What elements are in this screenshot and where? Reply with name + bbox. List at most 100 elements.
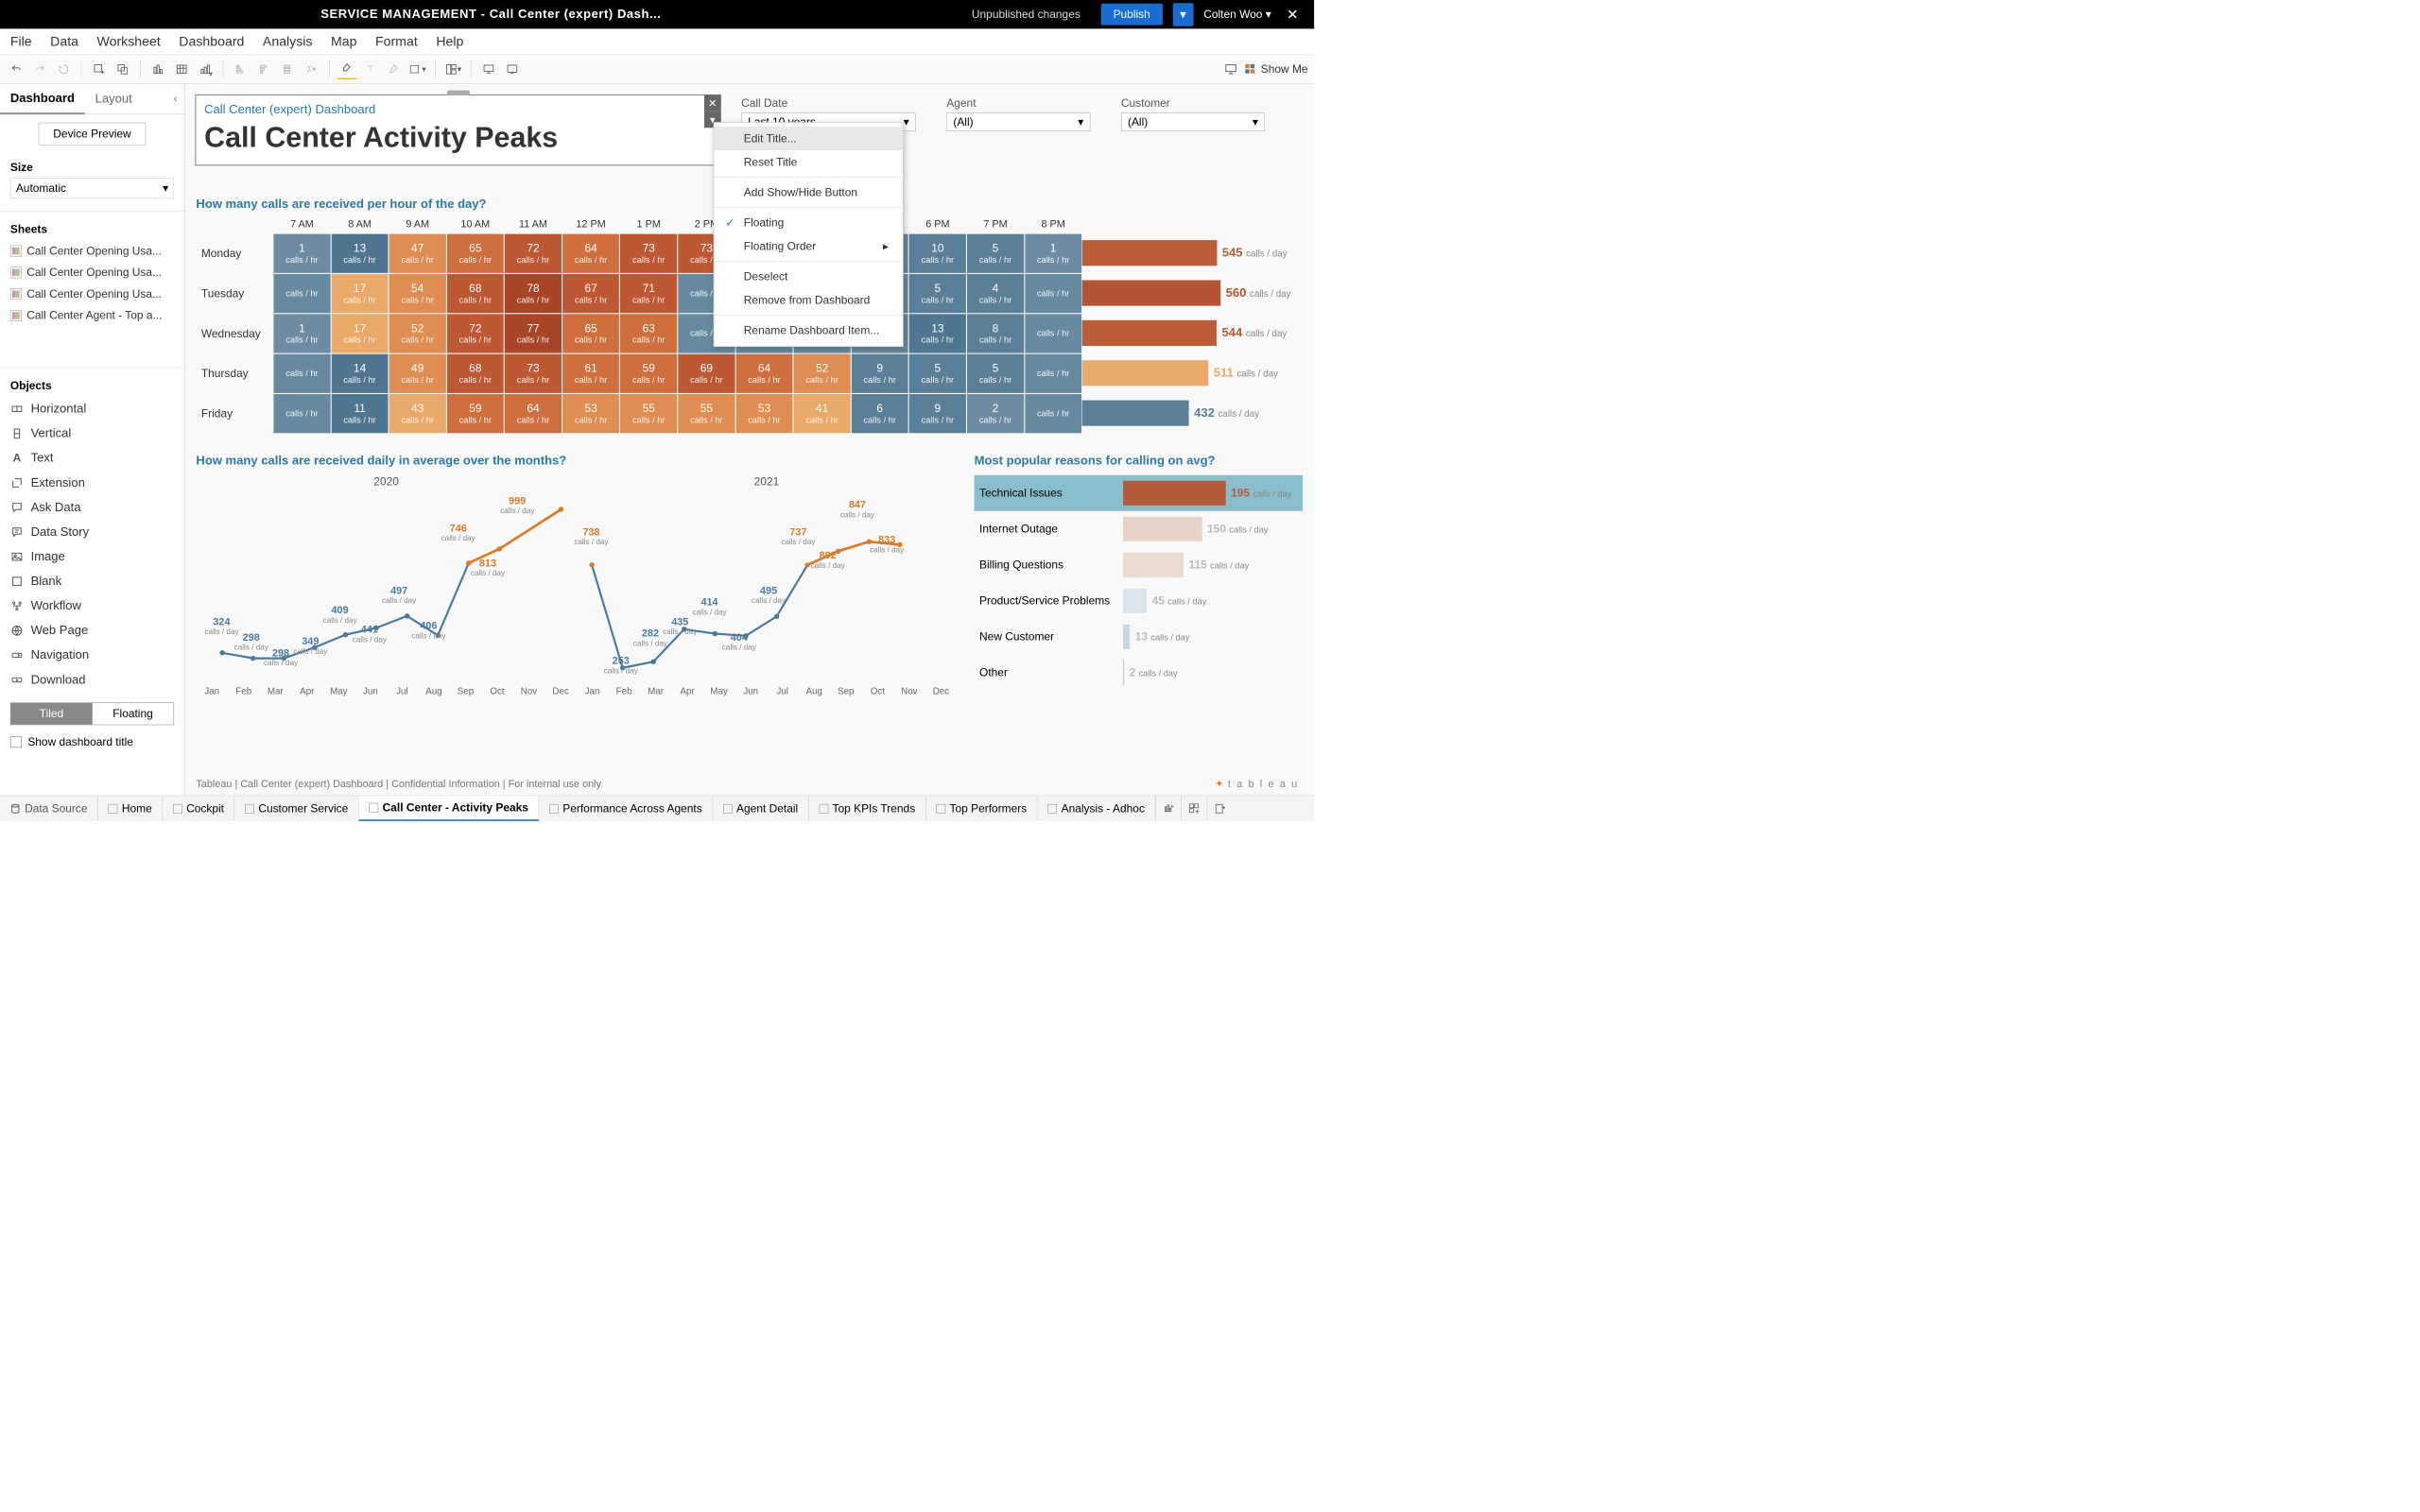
menu-reset-title[interactable]: Reset Title xyxy=(714,150,903,174)
sheet-item[interactable]: Call Center Opening Usa... xyxy=(0,284,184,305)
remove-object-button[interactable]: ✕ xyxy=(704,94,720,111)
sort-desc-button[interactable] xyxy=(254,59,275,79)
object-vertical[interactable]: Vertical xyxy=(0,421,184,446)
object-download[interactable]: Download xyxy=(0,667,184,692)
object-workflow[interactable]: Workflow xyxy=(0,593,184,618)
heatmap-cell[interactable]: 47calls / hr xyxy=(389,234,446,273)
device-preview-button[interactable]: Device Preview xyxy=(39,123,147,146)
sheet-item[interactable]: Call Center Agent - Top a... xyxy=(0,305,184,327)
menu-add-showhide[interactable]: Add Show/Hide Button xyxy=(714,180,903,204)
reason-row[interactable]: Internet Outage150 calls / day xyxy=(975,511,1304,547)
heatmap-cell[interactable]: 4calls / hr xyxy=(967,274,1024,313)
new-story-tab-button[interactable] xyxy=(1207,796,1233,821)
heatmap-cell[interactable]: 78calls / hr xyxy=(505,274,562,313)
heatmap-cell[interactable]: 43calls / hr xyxy=(389,394,446,433)
heatmap-cell[interactable]: 59calls / hr xyxy=(620,354,677,393)
close-icon[interactable]: ✕ xyxy=(1282,6,1305,23)
day-total-bar[interactable] xyxy=(1082,280,1221,305)
fit-dropdown-button[interactable]: ▾ xyxy=(407,59,428,79)
redo-button[interactable] xyxy=(29,59,50,79)
menu-help[interactable]: Help xyxy=(436,33,463,49)
reason-row[interactable]: New Customer13 calls / day xyxy=(975,619,1304,655)
menu-floating[interactable]: ✓Floating xyxy=(714,211,903,234)
heatmap-cell[interactable]: 17calls / hr xyxy=(332,274,389,313)
sheet-tab[interactable]: Performance Across Agents xyxy=(539,796,713,821)
device-preview-button[interactable] xyxy=(502,59,523,79)
heatmap-cell[interactable]: 2calls / hr xyxy=(967,394,1024,433)
heatmap-cell[interactable]: 17calls / hr xyxy=(332,314,389,352)
heatmap-cell[interactable]: 13calls / hr xyxy=(909,314,966,352)
heatmap-cell[interactable]: 71calls / hr xyxy=(620,274,677,313)
heatmap-cell[interactable]: 55calls / hr xyxy=(620,394,677,433)
day-total-bar[interactable] xyxy=(1082,320,1217,346)
reason-row[interactable]: Product/Service Problems45 calls / day xyxy=(975,583,1304,619)
heatmap-cell[interactable]: calls / hr xyxy=(1025,314,1081,352)
menu-edit-title[interactable]: Edit Title... xyxy=(714,127,903,150)
heatmap-cell[interactable]: 67calls / hr xyxy=(562,274,619,313)
menu-rename[interactable]: Rename Dashboard Item... xyxy=(714,318,903,342)
highlight-button[interactable] xyxy=(337,59,357,79)
heatmap-cell[interactable]: 49calls / hr xyxy=(389,354,446,393)
text-format-button[interactable]: T xyxy=(360,59,381,79)
new-worksheet-tab-button[interactable] xyxy=(1155,796,1181,821)
reason-row[interactable]: Technical Issues195 calls / day xyxy=(975,475,1304,511)
sheet-tab[interactable]: Home xyxy=(98,796,163,821)
tab-data-source[interactable]: Data Source xyxy=(0,796,98,821)
heatmap-cell[interactable]: calls / hr xyxy=(1025,394,1081,433)
reason-row[interactable]: Other2 calls / day xyxy=(975,655,1304,691)
sheet-item[interactable]: Call Center Opening Usa... xyxy=(0,240,184,262)
publish-dropdown-button[interactable]: ▾ xyxy=(1173,3,1194,26)
heatmap-cell[interactable]: 72calls / hr xyxy=(505,234,562,273)
object-data-story[interactable]: Data Story xyxy=(0,520,184,544)
edit-button[interactable] xyxy=(384,59,405,79)
publish-button[interactable]: Publish xyxy=(1101,4,1163,26)
heatmap-cell[interactable]: calls / hr xyxy=(273,354,330,393)
heatmap-cell[interactable]: 73calls / hr xyxy=(505,354,562,393)
clear-sheet-button[interactable] xyxy=(171,59,192,79)
menu-format[interactable]: Format xyxy=(375,33,418,49)
heatmap-cell[interactable]: 1calls / hr xyxy=(1025,234,1081,273)
day-total-bar[interactable] xyxy=(1082,240,1218,266)
revert-button[interactable] xyxy=(53,59,74,79)
heatmap-cell[interactable]: 13calls / hr xyxy=(332,234,389,273)
day-total-bar[interactable] xyxy=(1082,401,1189,426)
presentation-button[interactable] xyxy=(478,59,499,79)
heatmap-cell[interactable]: 59calls / hr xyxy=(447,394,504,433)
heatmap-cell[interactable]: 72calls / hr xyxy=(447,314,504,352)
menu-deselect[interactable]: Deselect xyxy=(714,265,903,288)
menu-worksheet[interactable]: Worksheet xyxy=(97,33,161,49)
heatmap-cell[interactable]: calls / hr xyxy=(273,274,330,313)
heatmap-cell[interactable]: 52calls / hr xyxy=(794,354,851,393)
show-cards-button[interactable]: ▾ xyxy=(443,59,464,79)
menu-floating-order[interactable]: Floating Order▸ xyxy=(714,234,903,258)
heatmap-cell[interactable]: 53calls / hr xyxy=(562,394,619,433)
heatmap-cell[interactable]: 68calls / hr xyxy=(447,274,504,313)
heatmap-cell[interactable]: 8calls / hr xyxy=(967,314,1024,352)
filter-customer-dropdown[interactable]: (All)▾ xyxy=(1121,112,1265,131)
sheet-tab[interactable]: Customer Service xyxy=(234,796,358,821)
heatmap-cell[interactable]: 1calls / hr xyxy=(273,314,330,352)
new-dashboard-tab-button[interactable] xyxy=(1181,796,1206,821)
object-ask-data[interactable]: Ask Data xyxy=(0,495,184,520)
heatmap-cell[interactable]: 41calls / hr xyxy=(794,394,851,433)
totals-button[interactable]: Σ▾ xyxy=(302,59,322,79)
heatmap-cell[interactable]: 65calls / hr xyxy=(562,314,619,352)
menu-file[interactable]: File xyxy=(10,33,32,49)
floating-toggle[interactable]: Floating xyxy=(92,703,173,725)
object-horizontal[interactable]: Horizontal xyxy=(0,396,184,421)
reason-row[interactable]: Billing Questions115 calls / day xyxy=(975,547,1304,583)
heatmap-cell[interactable]: 5calls / hr xyxy=(967,234,1024,273)
heatmap-cell[interactable]: 65calls / hr xyxy=(447,234,504,273)
undo-button[interactable] xyxy=(7,59,27,79)
new-data-source-button[interactable] xyxy=(147,59,168,79)
heatmap-cell[interactable]: 1calls / hr xyxy=(273,234,330,273)
sheet-tab[interactable]: Agent Detail xyxy=(713,796,808,821)
heatmap-cell[interactable]: 11calls / hr xyxy=(332,394,389,433)
heatmap-cell[interactable]: 6calls / hr xyxy=(852,394,908,433)
object-text[interactable]: AText xyxy=(0,446,184,471)
show-me-button[interactable]: Show Me xyxy=(1244,62,1307,76)
dashboard-title-object[interactable]: ✕ ▾ Call Center (expert) Dashboard Call … xyxy=(195,94,721,165)
heatmap-cell[interactable]: calls / hr xyxy=(273,394,330,433)
menu-map[interactable]: Map xyxy=(331,33,356,49)
heatmap-cell[interactable]: 77calls / hr xyxy=(505,314,562,352)
